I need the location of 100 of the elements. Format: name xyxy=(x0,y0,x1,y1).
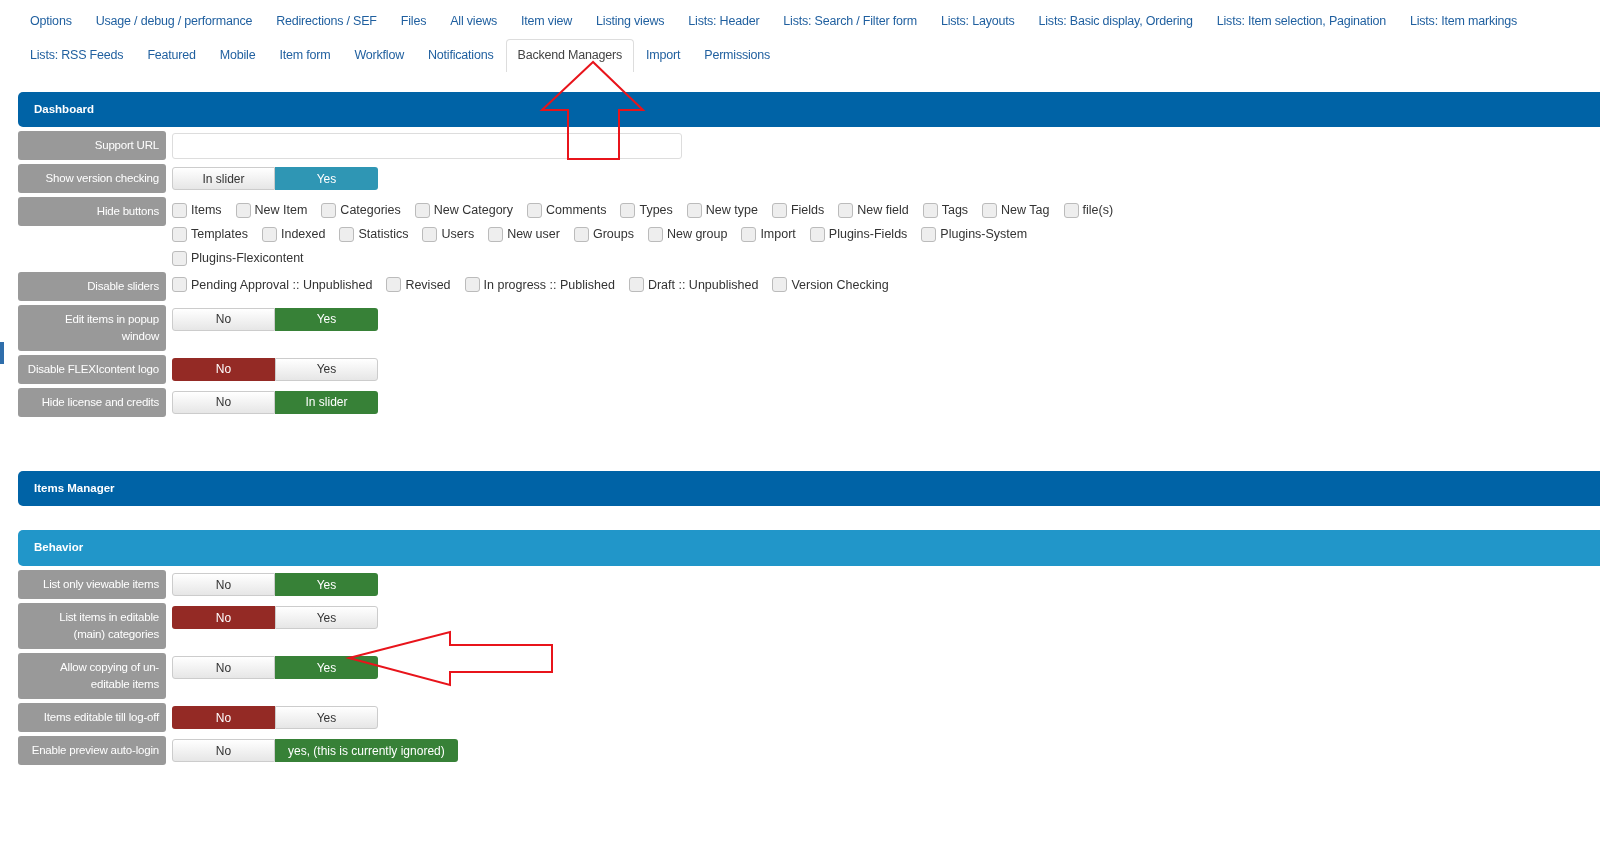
tab[interactable]: Notifications xyxy=(416,38,506,72)
toggle-option[interactable]: In slider xyxy=(275,390,378,414)
checkbox[interactable] xyxy=(414,203,430,219)
checkbox[interactable] xyxy=(172,203,187,219)
checkbox[interactable] xyxy=(686,203,702,219)
checkbox-label: Users xyxy=(441,226,475,244)
field-label: Support URL xyxy=(18,131,166,161)
tab[interactable]: Item form xyxy=(267,38,343,72)
toggle-option[interactable]: Yes xyxy=(275,573,378,597)
tab[interactable]: Import xyxy=(634,38,693,72)
checkbox[interactable] xyxy=(838,203,854,219)
tab[interactable]: Item view xyxy=(509,5,585,38)
checkbox[interactable] xyxy=(628,277,644,293)
toggle-option[interactable]: yes, (this is currently ignored) xyxy=(275,739,458,763)
tab[interactable]: Lists: Layouts xyxy=(928,5,1027,38)
section-header: Dashboard xyxy=(18,91,1600,128)
toggle-option[interactable]: No xyxy=(172,706,275,730)
checkbox[interactable] xyxy=(647,226,663,242)
checkbox[interactable] xyxy=(982,203,998,219)
checkbox[interactable] xyxy=(172,226,187,242)
checkbox-label: New Item xyxy=(254,202,308,220)
checkbox[interactable] xyxy=(339,226,355,242)
field-label: List only viewable items xyxy=(18,570,166,600)
tab[interactable]: Lists: Basic display, Ordering xyxy=(1026,5,1205,38)
tab[interactable]: Redirections / SEF xyxy=(264,5,389,38)
toggle-option[interactable]: Yes xyxy=(275,706,378,730)
toggle-option[interactable]: No xyxy=(172,307,275,331)
tab[interactable]: Lists: Search / Filter form xyxy=(771,5,929,38)
toggle-option[interactable]: No xyxy=(172,390,275,414)
field-label: Hide buttons xyxy=(18,197,166,227)
tab[interactable]: Listing views xyxy=(584,5,677,38)
checkbox-label: Statistics xyxy=(358,226,409,244)
checkbox-label: Plugins-System xyxy=(940,226,1028,244)
toggle-option[interactable]: No xyxy=(172,656,275,680)
checkbox[interactable] xyxy=(488,226,504,242)
tab[interactable]: Lists: Header xyxy=(676,5,772,38)
checkbox-label: Fields xyxy=(790,202,825,220)
checkbox-label: Plugins-Fields xyxy=(828,226,908,244)
checkbox[interactable] xyxy=(527,203,542,219)
section-header: Items Manager xyxy=(18,470,1600,507)
checkbox-label: Templates xyxy=(191,226,248,244)
field-label: Hide license and credits xyxy=(18,387,166,417)
toggle-option[interactable]: Yes xyxy=(275,606,378,630)
tab[interactable]: Files xyxy=(388,5,439,38)
input-field[interactable] xyxy=(172,133,682,160)
checkbox[interactable] xyxy=(321,203,337,219)
tab[interactable]: Options xyxy=(18,5,84,38)
checkbox[interactable] xyxy=(262,226,277,242)
checkbox[interactable] xyxy=(741,226,757,242)
field-label: Enable preview auto-login xyxy=(18,736,166,766)
checkbox[interactable] xyxy=(921,226,937,242)
checkbox-label: New type xyxy=(705,202,758,220)
checkbox[interactable] xyxy=(809,226,825,242)
toggle-option[interactable]: Yes xyxy=(275,307,378,331)
field-label: Disable FLEXIcontent logo xyxy=(18,354,166,384)
tab[interactable]: Backend Managers xyxy=(505,38,634,72)
checkbox-label: New field xyxy=(857,202,909,220)
subsection-header: Behavior xyxy=(18,530,1600,567)
checkbox[interactable] xyxy=(235,203,251,219)
tab[interactable]: Featured xyxy=(135,38,208,72)
toggle-option[interactable]: No xyxy=(172,573,275,597)
checkbox-label: New Category xyxy=(433,202,513,220)
checkbox-label: Draft :: Unpublished xyxy=(647,276,759,294)
toggle-option[interactable]: No xyxy=(172,357,275,381)
toggle-option[interactable]: No xyxy=(172,606,275,630)
checkbox-label: Items xyxy=(191,202,222,220)
tab[interactable]: Lists: RSS Feeds xyxy=(18,38,136,72)
toggle-option[interactable]: Yes xyxy=(275,656,378,680)
tab[interactable]: Lists: Item markings xyxy=(1397,5,1530,38)
field-label: Allow copying of un-editable items xyxy=(18,653,166,700)
toggle-option[interactable]: In slider xyxy=(172,167,275,191)
toggle-option[interactable]: No xyxy=(172,739,275,763)
tab[interactable]: Mobile xyxy=(207,38,268,72)
field-label: Items editable till log-off xyxy=(18,703,166,733)
checkbox-label: New Tag xyxy=(1001,202,1050,220)
tab[interactable]: All views xyxy=(438,5,510,38)
checkbox[interactable] xyxy=(922,203,938,219)
checkbox[interactable] xyxy=(620,203,636,219)
checkbox-label: Comments xyxy=(546,202,607,220)
checkbox[interactable] xyxy=(573,226,589,242)
checkbox-label: Types xyxy=(639,202,673,220)
checkbox[interactable] xyxy=(422,226,438,242)
checkbox[interactable] xyxy=(464,277,480,293)
tab[interactable]: Lists: Item selection, Pagination xyxy=(1204,5,1398,38)
checkbox[interactable] xyxy=(172,277,187,293)
checkbox-label: Version Checking xyxy=(791,276,889,294)
toggle-option[interactable]: Yes xyxy=(275,357,378,381)
checkbox[interactable] xyxy=(772,277,788,293)
tab[interactable]: Permissions xyxy=(692,38,783,72)
tab[interactable]: Usage / debug / performance xyxy=(83,5,265,38)
checkbox-label: New user xyxy=(507,226,560,244)
checkbox[interactable] xyxy=(1063,203,1079,219)
checkbox-label: file(s) xyxy=(1082,202,1114,220)
checkbox[interactable] xyxy=(386,277,402,293)
tab[interactable]: Workflow xyxy=(342,38,416,72)
field-label: Disable sliders xyxy=(18,271,166,301)
checkbox[interactable] xyxy=(172,250,187,266)
checkbox[interactable] xyxy=(771,203,787,219)
edge-marker xyxy=(0,342,4,364)
checkbox-label: Revised xyxy=(405,276,451,294)
